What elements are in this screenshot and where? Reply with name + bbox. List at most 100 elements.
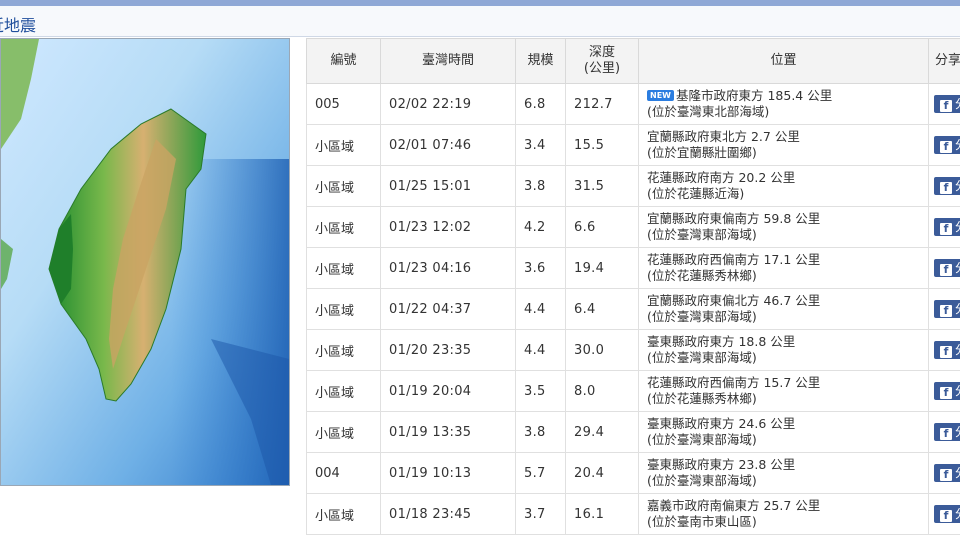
location-line-1: 臺東縣政府東方 18.8 公里 bbox=[647, 334, 796, 349]
cell-time[interactable]: 02/01 07:46 bbox=[380, 124, 516, 166]
cell-magnitude: 3.7 bbox=[515, 493, 566, 535]
table-row[interactable]: 小區域 01/23 04:16 3.6 19.4 花蓮縣政府西偏南方 17.1 公里 (位… bbox=[306, 247, 960, 289]
table-row[interactable]: 小區域 02/01 07:46 3.4 15.5 宜蘭縣政府東北方 2.7 公里 (位於宜… bbox=[306, 124, 960, 166]
cell-share: f分享 bbox=[928, 329, 960, 371]
facebook-share-button[interactable]: f分享 bbox=[934, 341, 960, 359]
share-label: 分享 bbox=[955, 343, 960, 357]
share-label: 分享 bbox=[955, 138, 960, 152]
cell-location[interactable]: 宜蘭縣政府東偏南方 59.8 公里 (位於臺灣東部海域) bbox=[638, 206, 929, 248]
facebook-share-button[interactable]: f分享 bbox=[934, 464, 960, 482]
cell-location[interactable]: 臺東縣政府東方 23.8 公里 (位於臺灣東部海域) bbox=[638, 452, 929, 494]
table-row[interactable]: 小區域 01/18 23:45 3.7 16.1 嘉義市政府南偏東方 25.7 公里 (位… bbox=[306, 493, 960, 535]
share-label: 分享 bbox=[955, 507, 960, 521]
cell-time[interactable]: 01/22 04:37 bbox=[380, 288, 516, 330]
cell-time[interactable]: 01/19 13:35 bbox=[380, 411, 516, 453]
facebook-icon: f bbox=[940, 141, 952, 153]
cell-id[interactable]: 小區域 bbox=[306, 247, 381, 289]
cell-id[interactable]: 小區域 bbox=[306, 165, 381, 207]
cell-magnitude: 5.7 bbox=[515, 452, 566, 494]
cell-magnitude: 3.8 bbox=[515, 411, 566, 453]
cell-magnitude: 6.8 bbox=[515, 83, 566, 125]
cell-time[interactable]: 01/25 15:01 bbox=[380, 165, 516, 207]
facebook-share-button[interactable]: f分享 bbox=[934, 300, 960, 318]
table-row[interactable]: 小區域 01/19 13:35 3.8 29.4 臺東縣政府東方 24.6 公里 (位於臺… bbox=[306, 411, 960, 453]
cell-time[interactable]: 01/20 23:35 bbox=[380, 329, 516, 371]
header-time[interactable]: 臺灣時間 bbox=[380, 38, 516, 84]
cell-id[interactable]: 小區域 bbox=[306, 206, 381, 248]
facebook-share-button[interactable]: f分享 bbox=[934, 177, 960, 195]
table-row[interactable]: 小區域 01/19 20:04 3.5 8.0 花蓮縣政府西偏南方 15.7 公里 (位於… bbox=[306, 370, 960, 412]
cell-location[interactable]: 嘉義市政府南偏東方 25.7 公里 (位於臺南市東山區) bbox=[638, 493, 929, 535]
cell-id[interactable]: 小區域 bbox=[306, 124, 381, 166]
facebook-icon: f bbox=[940, 387, 952, 399]
cell-id[interactable]: 小區域 bbox=[306, 493, 381, 535]
cell-magnitude: 4.2 bbox=[515, 206, 566, 248]
cell-time[interactable]: 01/18 23:45 bbox=[380, 493, 516, 535]
facebook-icon: f bbox=[940, 469, 952, 481]
cell-location[interactable]: 花蓮縣政府西偏南方 15.7 公里 (位於花蓮縣秀林鄉) bbox=[638, 370, 929, 412]
table-row[interactable]: 小區域 01/20 23:35 4.4 30.0 臺東縣政府東方 18.8 公里 (位於臺… bbox=[306, 329, 960, 371]
cell-location[interactable]: NEW 基隆市政府東方 185.4 公里 (位於臺灣東北部海域) bbox=[638, 83, 929, 125]
location-line-2: (位於臺灣東部海域) bbox=[647, 432, 757, 447]
facebook-share-button[interactable]: f分享 bbox=[934, 136, 960, 154]
cell-depth: 20.4 bbox=[565, 452, 639, 494]
cell-id[interactable]: 小區域 bbox=[306, 288, 381, 330]
cell-time[interactable]: 01/19 10:13 bbox=[380, 452, 516, 494]
facebook-icon: f bbox=[940, 510, 952, 522]
share-label: 分享 bbox=[955, 466, 960, 480]
cell-id[interactable]: 小區域 bbox=[306, 329, 381, 371]
cell-time[interactable]: 01/23 04:16 bbox=[380, 247, 516, 289]
cell-depth: 6.4 bbox=[565, 288, 639, 330]
earthquake-table-container[interactable]: 編號 臺灣時間 規模 深度 (公里) 位置 分享 005 02/02 22:19 6… bbox=[306, 38, 960, 540]
location-line-1: 基隆市政府東方 185.4 公里 bbox=[675, 88, 833, 103]
new-badge: NEW bbox=[647, 90, 674, 101]
facebook-share-button[interactable]: f分享 bbox=[934, 423, 960, 441]
location-line-1: 花蓮縣政府南方 20.2 公里 bbox=[647, 170, 796, 185]
cell-location[interactable]: 臺東縣政府東方 18.8 公里 (位於臺灣東部海域) bbox=[638, 329, 929, 371]
facebook-icon: f bbox=[940, 305, 952, 317]
facebook-share-button[interactable]: f分享 bbox=[934, 95, 960, 113]
cell-share: f分享 bbox=[928, 247, 960, 289]
location-line-2: (位於臺南市東山區) bbox=[647, 514, 757, 529]
cell-id[interactable]: 005 bbox=[306, 83, 381, 125]
cell-depth: 212.7 bbox=[565, 83, 639, 125]
cell-depth: 29.4 bbox=[565, 411, 639, 453]
header-depth[interactable]: 深度 (公里) bbox=[565, 38, 639, 84]
header-magnitude[interactable]: 規模 bbox=[515, 38, 566, 84]
header-id[interactable]: 編號 bbox=[306, 38, 381, 84]
header-share: 分享 bbox=[928, 38, 960, 84]
facebook-share-button[interactable]: f分享 bbox=[934, 259, 960, 277]
table-row[interactable]: 小區域 01/25 15:01 3.8 31.5 花蓮縣政府南方 20.2 公里 (位於花… bbox=[306, 165, 960, 207]
table-row[interactable]: 004 01/19 10:13 5.7 20.4 臺東縣政府東方 23.8 公里 (位於臺… bbox=[306, 452, 960, 494]
cell-location[interactable]: 宜蘭縣政府東北方 2.7 公里 (位於宜蘭縣壯圍鄉) bbox=[638, 124, 929, 166]
cell-magnitude: 4.4 bbox=[515, 288, 566, 330]
location-line-1: 嘉義市政府南偏東方 25.7 公里 bbox=[647, 498, 821, 513]
facebook-share-button[interactable]: f分享 bbox=[934, 382, 960, 400]
table-row[interactable]: 005 02/02 22:19 6.8 212.7 NEW 基隆市政府東方 185.4 公… bbox=[306, 83, 960, 125]
location-line-1: 宜蘭縣政府東北方 2.7 公里 bbox=[647, 129, 800, 144]
facebook-icon: f bbox=[940, 346, 952, 358]
location-line-1: 花蓮縣政府西偏南方 15.7 公里 bbox=[647, 375, 821, 390]
table-row[interactable]: 小區域 01/23 12:02 4.2 6.6 宜蘭縣政府東偏南方 59.8 公里 (位於… bbox=[306, 206, 960, 248]
table-row[interactable]: 小區域 01/22 04:37 4.4 6.4 宜蘭縣政府東偏北方 46.7 公里 (位於… bbox=[306, 288, 960, 330]
earthquake-map[interactable] bbox=[0, 38, 290, 486]
cell-magnitude: 3.6 bbox=[515, 247, 566, 289]
share-label: 分享 bbox=[955, 302, 960, 316]
table-header-row: 編號 臺灣時間 規模 深度 (公里) 位置 分享 bbox=[306, 38, 960, 84]
facebook-share-button[interactable]: f分享 bbox=[934, 505, 960, 523]
share-label: 分享 bbox=[955, 97, 960, 111]
cell-id[interactable]: 004 bbox=[306, 452, 381, 494]
cell-location[interactable]: 花蓮縣政府南方 20.2 公里 (位於花蓮縣近海) bbox=[638, 165, 929, 207]
cell-time[interactable]: 01/19 20:04 bbox=[380, 370, 516, 412]
cell-id[interactable]: 小區域 bbox=[306, 370, 381, 412]
cell-depth: 19.4 bbox=[565, 247, 639, 289]
cell-time[interactable]: 01/23 12:02 bbox=[380, 206, 516, 248]
cell-location[interactable]: 臺東縣政府東方 24.6 公里 (位於臺灣東部海域) bbox=[638, 411, 929, 453]
share-label: 分享 bbox=[955, 425, 960, 439]
cell-time[interactable]: 02/02 22:19 bbox=[380, 83, 516, 125]
cell-location[interactable]: 花蓮縣政府西偏南方 17.1 公里 (位於花蓮縣秀林鄉) bbox=[638, 247, 929, 289]
header-location[interactable]: 位置 bbox=[638, 38, 929, 84]
cell-location[interactable]: 宜蘭縣政府東偏北方 46.7 公里 (位於臺灣東部海域) bbox=[638, 288, 929, 330]
facebook-share-button[interactable]: f分享 bbox=[934, 218, 960, 236]
cell-id[interactable]: 小區域 bbox=[306, 411, 381, 453]
